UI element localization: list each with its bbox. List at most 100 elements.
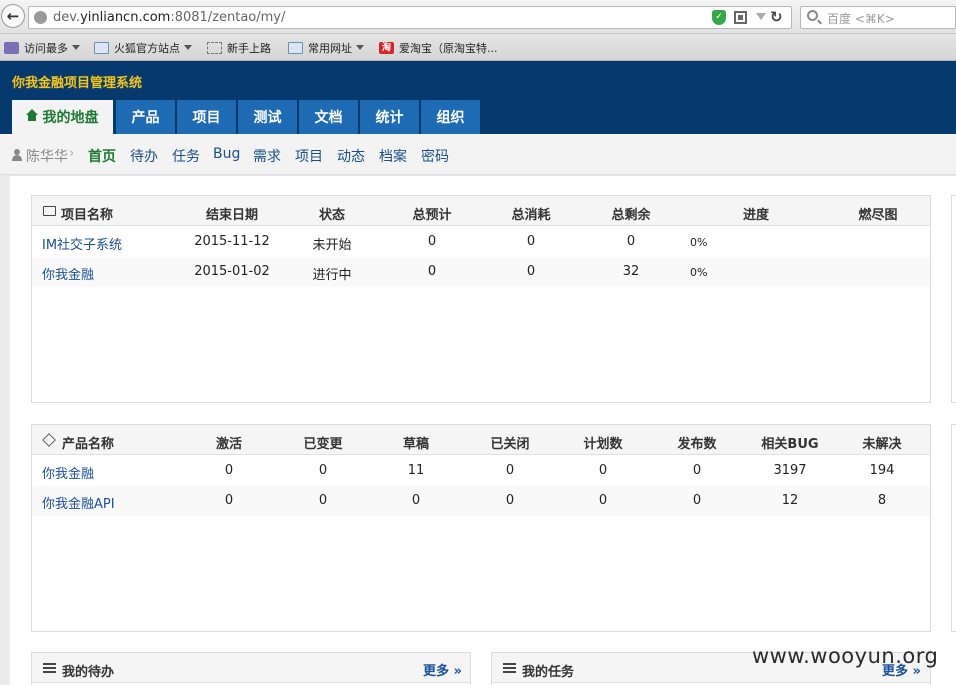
user-name: 陈华华 [26, 149, 68, 165]
project-link[interactable]: 你我金融 [42, 264, 94, 283]
subnav-password[interactable]: 密码 [421, 146, 449, 166]
app-title[interactable]: 你我金融项目管理系统 [12, 72, 142, 91]
changed-count: 0 [318, 463, 328, 478]
right-panel-edge [951, 195, 956, 403]
watermark: www.wooyun.org [752, 644, 939, 668]
bug-count: 3197 [773, 463, 807, 478]
closed-count: 0 [505, 493, 515, 508]
todo-panel: 我的待办 更多 » [31, 652, 471, 685]
active-count: 0 [224, 463, 234, 478]
col-unresolved: 未解决 [862, 437, 902, 452]
col-progress: 进度 [742, 208, 770, 223]
folder-icon [94, 41, 109, 54]
todo-panel-header: 我的待办 更多 » [32, 653, 470, 683]
product-link[interactable]: 你我金融API [42, 493, 115, 512]
release-count: 0 [692, 463, 702, 478]
total-estimate: 0 [427, 264, 437, 279]
subnav-todo[interactable]: 待办 [130, 146, 158, 166]
progress: 0% [690, 266, 708, 279]
end-date: 2015-11-12 [194, 234, 270, 249]
bookmark-most-visited[interactable]: 访问最多 [4, 39, 80, 56]
project-panel: 项目名称 结束日期 状态 总预计 总消耗 总剩余 进度 燃尽图 IM社交子系统 … [31, 195, 931, 403]
chevron-down-icon [356, 45, 364, 50]
back-arrow-icon: ← [6, 7, 20, 25]
shield-icon[interactable]: ✓ [712, 10, 726, 25]
project-link[interactable]: IM社交子系统 [42, 234, 122, 253]
subnav-profile[interactable]: 档案 [379, 146, 407, 166]
qr-code-icon[interactable] [734, 11, 747, 24]
right-panel-edge [951, 424, 956, 632]
total-estimate: 0 [427, 234, 437, 249]
col-total-estimate: 总预计 [412, 208, 452, 223]
subnav-dynamic[interactable]: 动态 [337, 146, 365, 166]
todo-more-link[interactable]: 更多 » [423, 660, 462, 679]
subnav-home[interactable]: 首页 [88, 146, 116, 166]
project-table-header: 项目名称 结束日期 状态 总预计 总消耗 总剩余 进度 燃尽图 [32, 196, 930, 226]
product-table-header: 产品名称 激活 已变更 草稿 已关闭 计划数 发布数 相关BUG 未解决 [32, 425, 930, 455]
tab-test[interactable]: 测试 [238, 100, 297, 134]
draft-count: 11 [407, 463, 425, 478]
subnav-story[interactable]: 需求 [253, 146, 281, 166]
bookmark-common-sites[interactable]: 常用网址 [288, 39, 364, 56]
reload-icon[interactable]: ↻ [770, 8, 783, 26]
progress: 0% [690, 236, 708, 249]
unresolved-count: 194 [869, 463, 895, 478]
col-releases: 发布数 [677, 437, 717, 452]
tab-project[interactable]: 项目 [177, 100, 236, 134]
tab-org[interactable]: 组织 [421, 100, 480, 134]
bookmarks-bar: 访问最多 火狐官方站点 新手上路 常用网址 淘 爱淘宝（原淘宝特... [0, 34, 956, 61]
col-active: 激活 [215, 437, 243, 452]
status: 未开始 [312, 238, 352, 253]
tab-my-home[interactable]: 我的地盘 [12, 100, 113, 134]
col-product-name: 产品名称 [62, 437, 115, 452]
back-button[interactable]: ← [1, 4, 25, 28]
col-total-left: 总剩余 [611, 208, 651, 223]
col-draft: 草稿 [402, 437, 430, 452]
tab-doc[interactable]: 文档 [299, 100, 358, 134]
plan-count: 0 [598, 493, 608, 508]
total-left: 0 [626, 234, 636, 249]
page-icon [207, 41, 222, 54]
url-bar[interactable]: dev.yinliancn.com:8081/zentao/my/ ✓ ↻ [28, 6, 792, 29]
url-text[interactable]: dev.yinliancn.com:8081/zentao/my/ [53, 10, 285, 25]
subnav-task[interactable]: 任务 [172, 146, 200, 166]
url-history-dropdown-icon[interactable] [756, 13, 766, 20]
col-burndown: 燃尽图 [858, 208, 898, 223]
active-count: 0 [224, 493, 234, 508]
table-row: 你我金融API 0 0 0 0 0 0 12 8 [32, 486, 930, 516]
app-header: 你我金融项目管理系统 我的地盘 产品 项目 测试 文档 统计 组织 [0, 61, 956, 134]
tab-product[interactable]: 产品 [116, 100, 175, 134]
product-panel: 产品名称 激活 已变更 草稿 已关闭 计划数 发布数 相关BUG 未解决 你我金… [31, 424, 931, 632]
status: 进行中 [312, 268, 352, 283]
plan-count: 0 [598, 463, 608, 478]
table-row: 你我金融 0 0 11 0 0 0 3197 194 [32, 456, 930, 486]
total-left: 32 [622, 264, 640, 279]
col-closed: 已关闭 [490, 437, 530, 452]
chevron-down-icon [184, 45, 192, 50]
end-date: 2015-01-02 [194, 264, 270, 279]
folder-icon [288, 41, 303, 54]
bookmark-firefox-sites[interactable]: 火狐官方站点 [94, 39, 192, 56]
table-row: IM社交子系统 2015-11-12 未开始 0 0 0 0% [32, 227, 930, 257]
col-end-date: 结束日期 [205, 208, 259, 223]
task-panel-title: 我的任务 [522, 665, 575, 680]
tab-stats[interactable]: 统计 [360, 100, 419, 134]
most-visited-icon [4, 41, 19, 54]
search-bar[interactable]: 百度 <⌘K> [800, 6, 956, 29]
task-list-icon [503, 663, 516, 673]
bookmark-getting-started[interactable]: 新手上路 [207, 39, 271, 56]
product-link[interactable]: 你我金融 [42, 463, 94, 482]
search-placeholder[interactable]: 百度 <⌘K> [827, 10, 895, 27]
bookmark-taobao[interactable]: 淘 爱淘宝（原淘宝特... [379, 39, 498, 56]
globe-icon [34, 11, 47, 24]
total-consumed: 0 [526, 234, 536, 249]
sub-nav: 陈华华 › 首页 待办 任务 Bug 需求 项目 动态 档案 密码 [0, 134, 956, 175]
subnav-bug[interactable]: Bug [213, 146, 240, 162]
col-changed: 已变更 [303, 437, 343, 452]
chevron-down-icon [72, 45, 80, 50]
todo-panel-title: 我的待办 [62, 665, 115, 680]
subnav-project[interactable]: 项目 [295, 146, 323, 166]
user-icon [12, 149, 22, 161]
bug-count: 12 [781, 493, 799, 508]
search-icon [807, 10, 818, 21]
